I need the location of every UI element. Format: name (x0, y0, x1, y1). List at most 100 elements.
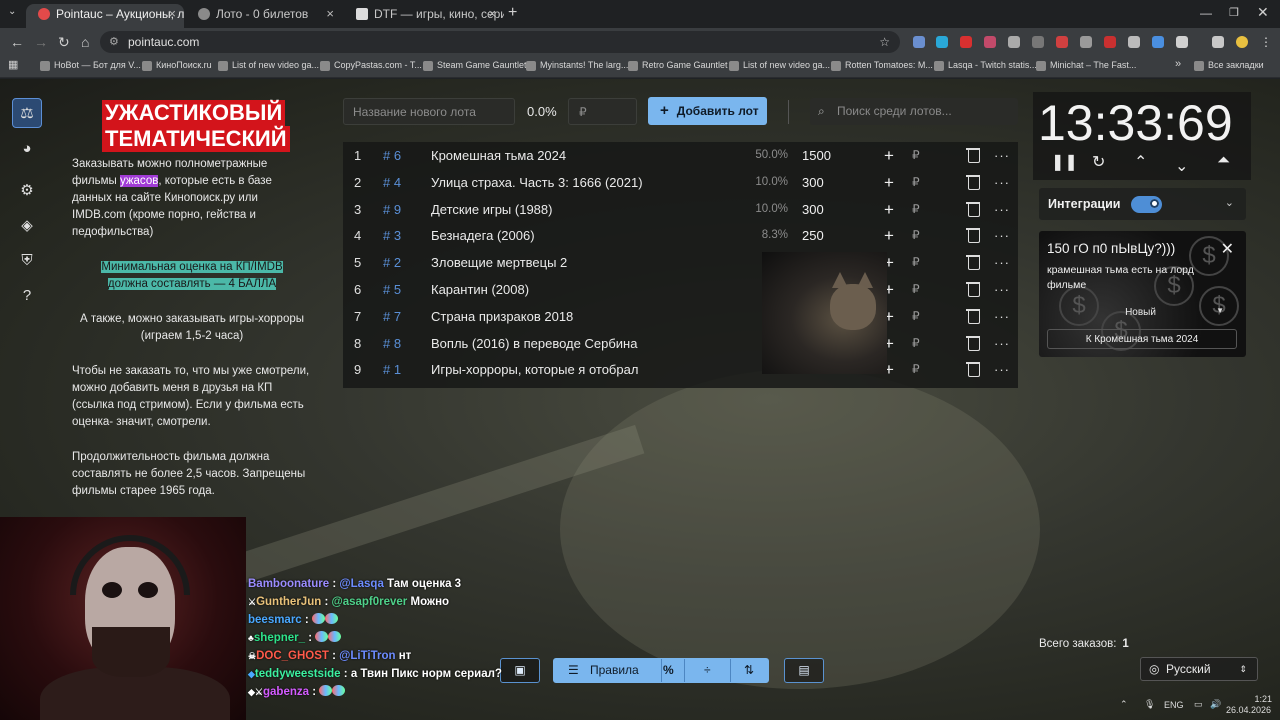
apps-grid-icon[interactable]: ▦ (8, 58, 18, 71)
more-options-icon[interactable]: ··· (994, 330, 1010, 357)
extension-icon[interactable] (913, 36, 925, 48)
bookmark-item[interactable]: List of new video ga... (729, 60, 830, 71)
new-lot-amount-input[interactable]: ₽ (568, 98, 637, 125)
auction-gavel-icon[interactable]: ⚖ (12, 98, 42, 128)
add-amount-icon[interactable]: + (884, 142, 894, 169)
integrations-toggle[interactable] (1131, 196, 1162, 213)
donation-target-button[interactable]: К Кромешная тьма 2024 (1047, 329, 1237, 349)
trash-icon[interactable] (966, 356, 980, 383)
lot-name[interactable]: Страна призраков 2018 (431, 303, 573, 330)
extensions-puzzle-icon[interactable] (1176, 36, 1188, 48)
clear-list-icon[interactable]: ▤ (784, 658, 824, 683)
all-bookmarks-folder[interactable]: Все закладки (1194, 60, 1264, 71)
lot-name[interactable]: Безнадега (2006) (431, 222, 535, 249)
bookmark-item[interactable]: Retro Game Gauntlet (628, 60, 728, 71)
minimize-icon[interactable]: — (1200, 6, 1212, 20)
trash-icon[interactable] (966, 303, 980, 330)
chevron-down-icon[interactable]: ⌄ (1225, 196, 1234, 209)
tray-chevron-up-icon[interactable]: ⌃ (1120, 699, 1128, 710)
close-tab-icon[interactable]: × (326, 4, 334, 24)
profile-avatar[interactable] (1236, 36, 1248, 48)
trash-icon[interactable] (966, 222, 980, 249)
sort-icon[interactable]: ⇅ (744, 659, 754, 682)
chevron-double-up-icon[interactable]: ⏶ (1217, 152, 1230, 170)
input-language[interactable]: ENG (1164, 700, 1184, 710)
lot-name[interactable]: Карантин (2008) (431, 276, 529, 303)
chevron-down-icon[interactable]: ⌄ (1175, 156, 1188, 176)
more-options-icon[interactable]: ··· (994, 303, 1010, 330)
more-options-icon[interactable]: ··· (994, 196, 1010, 223)
microphone-icon[interactable]: 🎙 (1144, 699, 1155, 710)
window-close-icon[interactable]: ✕ (1257, 4, 1269, 21)
tab-search-icon[interactable]: ⌄ (8, 6, 16, 17)
extension-icon[interactable] (1152, 36, 1164, 48)
clock-date[interactable]: 26.04.2026 (1226, 705, 1271, 715)
more-bookmarks-button[interactable]: » (1175, 58, 1181, 70)
trash-icon[interactable] (966, 249, 980, 276)
extension-icon[interactable] (1008, 36, 1020, 48)
more-options-icon[interactable]: ··· (994, 142, 1010, 169)
lot-name[interactable]: Детские игры (1988) (431, 196, 552, 223)
bookmark-star-icon[interactable]: ☆ (879, 31, 890, 53)
add-amount-icon[interactable]: + (884, 222, 894, 249)
bookmark-item[interactable]: Minichat – The Fast... (1036, 60, 1136, 71)
split-icon[interactable]: ÷ (704, 659, 711, 682)
tab-loto[interactable]: Лото - 0 билетов × (186, 4, 342, 28)
chevron-up-icon[interactable]: ⌃ (1134, 152, 1147, 172)
extension-icon[interactable] (960, 36, 972, 48)
lot-search-input[interactable]: ⌕ Поиск среди лотов... (810, 98, 1018, 125)
shield-icon[interactable]: ⛨ (12, 245, 42, 275)
bookmark-item[interactable]: Myinstants! The larg... (526, 60, 628, 71)
amount-input[interactable]: ₽ (912, 356, 920, 383)
bookmark-item[interactable]: List of new video ga... (218, 60, 319, 71)
extension-icon[interactable] (1032, 36, 1044, 48)
bookmark-item[interactable]: CopyPastas.com - T... (320, 60, 422, 71)
lot-name[interactable]: Вопль (2016) в переводе Сербина (431, 330, 637, 357)
wheel-chart-icon[interactable]: ◕ (12, 133, 42, 163)
home-icon[interactable]: ⌂ (81, 34, 89, 50)
amount-input[interactable]: ₽ (912, 330, 920, 357)
more-options-icon[interactable]: ··· (994, 356, 1010, 383)
site-info-icon[interactable]: ⚙ (109, 31, 119, 53)
dropdown-arrow-icon[interactable]: ▼ (1216, 306, 1224, 315)
address-bar[interactable]: ⚙ pointauc.com ☆ (100, 31, 900, 53)
language-select[interactable]: ◎ Русский ⇕ (1140, 657, 1258, 681)
amount-input[interactable]: ₽ (912, 276, 920, 303)
display-icon[interactable]: ▭ (1194, 699, 1203, 710)
tab-pointauc[interactable]: Pointauc – Аукционы, лотерея × (26, 4, 184, 28)
speaker-icon[interactable]: 🔊 (1210, 699, 1221, 710)
more-options-icon[interactable]: ··· (994, 169, 1010, 196)
clock-time[interactable]: 1:21 (1242, 694, 1272, 704)
extension-icon[interactable] (1056, 36, 1068, 48)
percent-icon[interactable]: % (663, 659, 674, 682)
help-icon[interactable]: ? (12, 280, 42, 310)
more-options-icon[interactable]: ··· (994, 276, 1010, 303)
add-lot-button[interactable]: + Добавить лот (648, 97, 767, 125)
extension-icon[interactable] (1128, 36, 1140, 48)
forward-icon[interactable]: → (34, 34, 48, 50)
donation-lot-select[interactable]: Новый (1047, 303, 1234, 322)
lot-name[interactable]: Кромешная тьма 2024 (431, 142, 566, 169)
more-options-icon[interactable]: ··· (994, 222, 1010, 249)
list-icon[interactable]: ☰ (568, 659, 579, 682)
lot-name[interactable]: Улица страха. Часть 3: 1666 (2021) (431, 169, 643, 196)
layers-icon[interactable]: ◈ (12, 210, 42, 240)
more-options-icon[interactable]: ··· (994, 249, 1010, 276)
trash-icon[interactable] (966, 196, 980, 223)
back-icon[interactable]: ← (10, 34, 24, 50)
new-lot-name-input[interactable]: Название нового лота (343, 98, 515, 125)
trash-icon[interactable] (966, 276, 980, 303)
restart-icon[interactable]: ↻ (1092, 152, 1105, 172)
extension-icon[interactable] (1080, 36, 1092, 48)
amount-input[interactable]: ₽ (912, 196, 920, 223)
close-tab-icon[interactable]: × (488, 4, 496, 24)
lot-name[interactable]: Игры-хорроры, которые я отобрал (431, 356, 638, 383)
amount-input[interactable]: ₽ (912, 142, 920, 169)
add-amount-icon[interactable]: + (884, 169, 894, 196)
bookmark-item[interactable]: КиноПоиск.ru (142, 60, 212, 71)
bookmark-item[interactable]: Lasqa - Twitch statis... (934, 60, 1037, 71)
trash-icon[interactable] (966, 330, 980, 357)
close-tab-icon[interactable]: × (168, 4, 176, 24)
new-tab-button[interactable]: + (508, 4, 517, 22)
extension-icon[interactable] (936, 36, 948, 48)
